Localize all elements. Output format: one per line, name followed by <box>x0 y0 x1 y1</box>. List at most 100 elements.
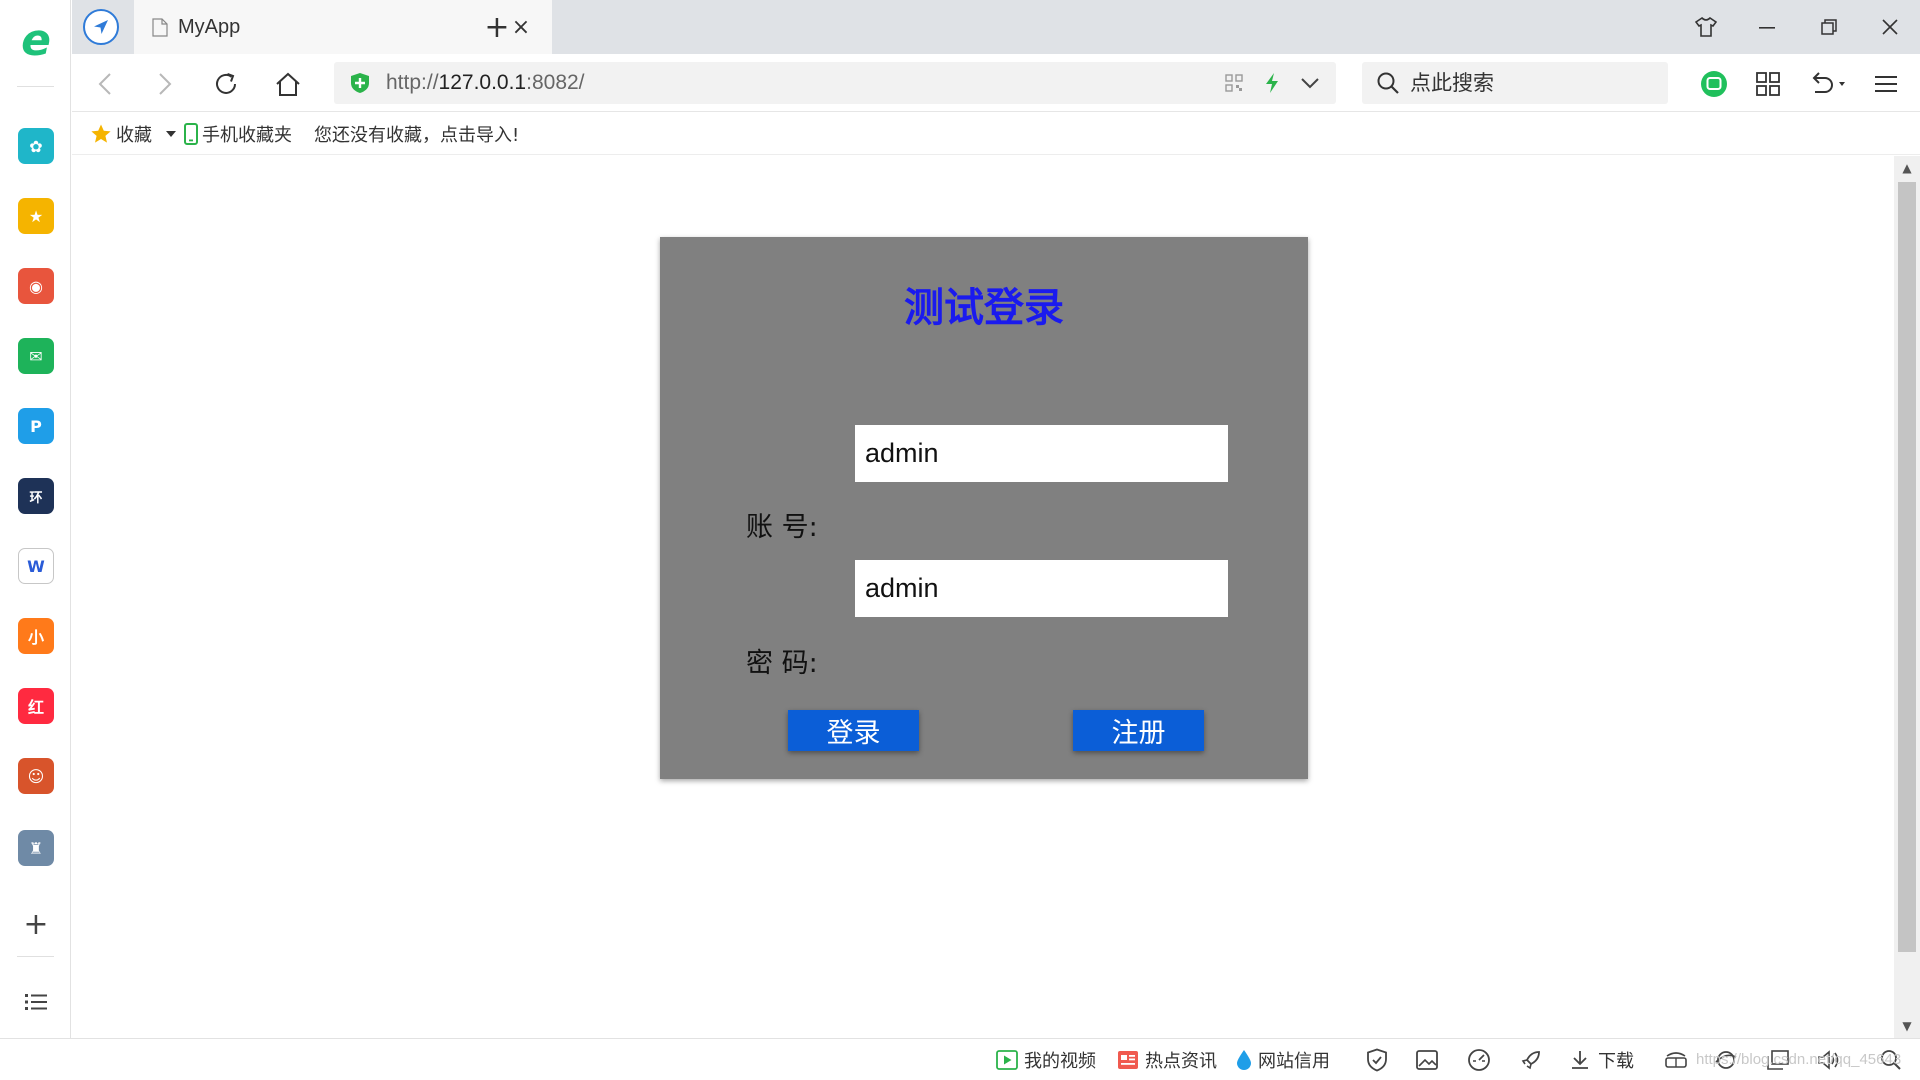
scrollbar-thumb[interactable] <box>1898 182 1916 952</box>
lightning-icon <box>1266 73 1278 93</box>
chevron-down-icon <box>1301 78 1319 89</box>
new-tab-button[interactable]: + <box>480 9 514 45</box>
back-button[interactable] <box>86 64 126 104</box>
reload-button[interactable] <box>206 64 246 104</box>
restore-icon <box>1821 19 1837 35</box>
navigation-button[interactable] <box>83 9 119 45</box>
compass-arrow-icon <box>94 20 108 34</box>
sidebar-app-xiaohongshu[interactable]: 红 <box>18 688 54 724</box>
page-icon <box>152 17 170 37</box>
security-status-button[interactable] <box>1364 1047 1390 1073</box>
home-icon <box>276 72 300 96</box>
favorites-menu[interactable]: 收藏 <box>90 121 176 147</box>
sidebar-app-game-tank[interactable]: ♜ <box>18 830 54 866</box>
reload-icon <box>216 73 236 94</box>
app-sidebar: e ✿ ★ ◉ ✉ P 环 W 小 红 ☺ ♜ + <box>0 0 71 1038</box>
video-icon <box>996 1050 1018 1070</box>
wechat-button[interactable] <box>1694 64 1734 104</box>
speedup-button[interactable] <box>1466 1047 1492 1073</box>
home-button[interactable] <box>268 64 308 104</box>
main-menu-button[interactable] <box>1866 64 1906 104</box>
boost-button[interactable] <box>1518 1047 1544 1073</box>
skin-button[interactable] <box>1686 8 1726 46</box>
undo-icon <box>1812 72 1845 93</box>
login-title: 测试登录 <box>904 285 1064 331</box>
grid-icon <box>1756 72 1780 96</box>
mobile-favorites-label: 手机收藏夹 <box>202 124 292 146</box>
plus-icon: + <box>23 906 49 942</box>
qr-code-icon <box>1225 74 1243 92</box>
search-box[interactable] <box>1362 62 1668 104</box>
star-icon: ★ <box>28 206 44 226</box>
tab-bar: MyApp × + <box>72 0 1920 54</box>
search-icon <box>1376 70 1402 96</box>
address-dropdown-button[interactable] <box>1292 65 1328 101</box>
speed-mode-button[interactable] <box>1254 65 1290 101</box>
rocket-icon <box>1521 1051 1540 1070</box>
import-favorites-link[interactable]: 您还没有收藏，点击导入! <box>314 121 519 147</box>
vr-glasses-button[interactable] <box>1663 1047 1689 1073</box>
page-scrollbar[interactable]: ▲ ▼ <box>1894 156 1920 1038</box>
sidebar-menu-button[interactable] <box>22 988 50 1016</box>
minimize-icon <box>1759 27 1775 29</box>
add-sidebar-app-button[interactable]: + <box>20 906 52 942</box>
tab-title: MyApp <box>178 15 241 38</box>
my-video-link[interactable]: 我的视频 <box>996 1048 1096 1072</box>
status-bar: 我的视频 热点资讯 网站信用 下载 https://blog.csdn.net/… <box>0 1038 1920 1080</box>
bookmarks-bar: 收藏 手机收藏夹 您还没有收藏，点击导入! <box>72 113 1920 155</box>
scroll-down-arrow-icon[interactable]: ▼ <box>1894 1014 1920 1038</box>
sidebar-app-word[interactable]: W <box>18 548 54 584</box>
star-icon <box>91 124 111 143</box>
sidebar-app-favorites[interactable]: ★ <box>18 198 54 234</box>
gauge-icon <box>1468 1049 1490 1071</box>
sidebar-app-mail[interactable]: ✉ <box>18 338 54 374</box>
sidebar-app-school[interactable]: 环 <box>18 478 54 514</box>
account-label: 账 号: <box>746 512 818 543</box>
sidebar-app-cloud[interactable]: ✿ <box>18 128 54 164</box>
account-input[interactable] <box>855 425 1228 482</box>
qr-code-button[interactable] <box>1216 65 1252 101</box>
minimize-button[interactable] <box>1747 8 1787 46</box>
site-credit-link[interactable]: 网站信用 <box>1236 1048 1330 1072</box>
address-bar[interactable]: http://127.0.0.1:8082/ <box>334 62 1336 104</box>
password-label: 密 码: <box>746 648 818 679</box>
close-window-button[interactable] <box>1870 8 1910 46</box>
sidebar-app-game-king[interactable]: ☺ <box>18 758 54 794</box>
phone-icon <box>184 122 198 145</box>
sidebar-app-weibo[interactable]: ◉ <box>18 268 54 304</box>
shield-icon <box>1367 1048 1387 1072</box>
image-icon <box>1416 1050 1438 1070</box>
security-shield-icon <box>350 71 372 95</box>
game-king-icon: ☺ <box>27 766 45 786</box>
password-input[interactable] <box>855 560 1228 617</box>
sidebar-app-novel[interactable]: 小 <box>18 618 54 654</box>
login-button[interactable]: 登录 <box>788 710 919 751</box>
novel-icon: 小 <box>27 628 44 647</box>
hamburger-menu-icon <box>1875 76 1897 92</box>
download-link[interactable]: 下载 <box>1570 1048 1634 1072</box>
weibo-icon: ◉ <box>29 276 43 296</box>
list-icon <box>25 994 47 1010</box>
undo-button[interactable] <box>1802 64 1852 104</box>
search-input[interactable] <box>1410 71 1650 95</box>
hot-news-link[interactable]: 热点资讯 <box>1117 1048 1217 1072</box>
game-tank-icon: ♜ <box>28 838 44 858</box>
restore-button[interactable] <box>1809 8 1849 46</box>
register-button[interactable]: 注册 <box>1073 710 1204 751</box>
screenshot-button[interactable] <box>1414 1047 1440 1073</box>
sidebar-app-pptv[interactable]: P <box>18 408 54 444</box>
chat-bubble-icon <box>1701 71 1727 97</box>
watermark-text: https://blog.csdn.net/qq_45643 <box>1696 1051 1902 1068</box>
scroll-up-arrow-icon[interactable]: ▲ <box>1894 156 1920 180</box>
favorites-label: 收藏 <box>116 124 152 146</box>
login-panel: 测试登录 账 号: 密 码: 登录 注册 <box>660 237 1308 779</box>
plus-icon: + <box>484 9 510 45</box>
address-url[interactable]: http://127.0.0.1:8082/ <box>386 71 1216 95</box>
mobile-favorites-link[interactable]: 手机收藏夹 <box>184 121 292 147</box>
browser-logo-icon[interactable]: e <box>14 15 58 66</box>
xiaohongshu-icon: 红 <box>27 698 44 717</box>
shirt-icon <box>1695 17 1717 37</box>
forward-button[interactable] <box>144 64 184 104</box>
apps-grid-button[interactable] <box>1748 64 1788 104</box>
news-icon <box>1118 1051 1138 1069</box>
